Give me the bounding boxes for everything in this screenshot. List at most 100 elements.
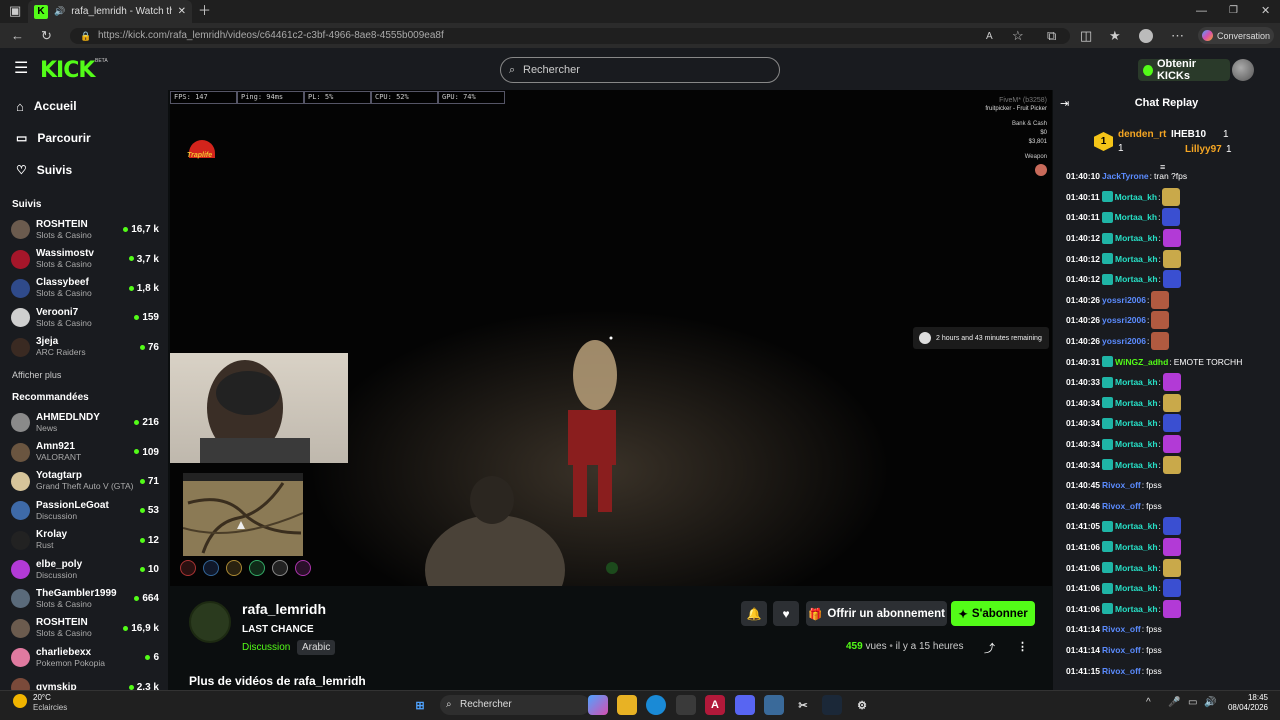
- chat-username[interactable]: Rivox_off: [1102, 480, 1141, 490]
- chat-username[interactable]: Mortaa_kh: [1115, 274, 1158, 284]
- channel-item[interactable]: Verooni7 Slots & Casino 159: [0, 303, 168, 332]
- chat-username[interactable]: Mortaa_kh: [1115, 233, 1158, 243]
- channel-item[interactable]: Classybeef Slots & Casino 1,8 k: [0, 274, 168, 303]
- file-explorer-icon[interactable]: [617, 695, 637, 715]
- chat-username[interactable]: Rivox_off: [1102, 666, 1141, 676]
- clock[interactable]: 18:45 08/04/2026: [1224, 693, 1268, 713]
- channel-item[interactable]: Wassimostv Slots & Casino 3,7 k: [0, 244, 168, 273]
- chat-username[interactable]: Rivox_off: [1102, 501, 1141, 511]
- favorites-bar-icon[interactable]: ★: [1109, 28, 1121, 44]
- channel-item[interactable]: ROSHTEIN Slots & Casino 16,9 k: [0, 614, 168, 643]
- chat-username[interactable]: yossri2006: [1102, 336, 1146, 346]
- maximize-icon[interactable]: ❐: [1229, 3, 1238, 19]
- gifter-name[interactable]: denden_rt: [1118, 129, 1166, 140]
- channel-item[interactable]: elbe_poly Discussion 10: [0, 555, 168, 584]
- more-options-icon[interactable]: ⋮: [1017, 640, 1028, 653]
- url-field[interactable]: 🔒 https://kick.com/rafa_lemridh/videos/c…: [70, 28, 1070, 44]
- chat-username[interactable]: Rivox_off: [1102, 624, 1141, 634]
- chat-username[interactable]: yossri2006: [1102, 315, 1146, 325]
- favorite-icon[interactable]: ☆: [1012, 28, 1024, 44]
- subscribe-button[interactable]: ✦ S'abonner: [951, 601, 1035, 626]
- search-input[interactable]: ⌕ Rechercher: [500, 57, 780, 83]
- weather-widget[interactable]: 20°C Eclaircies: [33, 693, 67, 713]
- chat-username[interactable]: Mortaa_kh: [1115, 460, 1158, 470]
- reload-icon[interactable]: ↻: [41, 28, 52, 44]
- chat-username[interactable]: Mortaa_kh: [1115, 212, 1158, 222]
- chat-username[interactable]: JackTyrone: [1102, 171, 1149, 181]
- chat-username[interactable]: Mortaa_kh: [1115, 563, 1158, 573]
- chat-username[interactable]: Mortaa_kh: [1115, 398, 1158, 408]
- channel-item[interactable]: 3jeja ARC Raiders 76: [0, 333, 168, 362]
- taskbar-search[interactable]: ⌕ Rechercher: [440, 695, 590, 715]
- weather-icon[interactable]: [13, 694, 27, 708]
- chat-username[interactable]: Mortaa_kh: [1115, 521, 1158, 531]
- more-menu-icon[interactable]: ⋯: [1171, 28, 1184, 44]
- read-aloud-icon[interactable]: A: [986, 29, 993, 45]
- menu-icon[interactable]: ☰: [14, 61, 28, 77]
- language-tag[interactable]: Arabic: [297, 640, 336, 655]
- channel-item[interactable]: Krolay Rust 12: [0, 526, 168, 555]
- gifter-name[interactable]: IHEB10: [1171, 129, 1206, 140]
- chat-username[interactable]: Mortaa_kh: [1115, 254, 1158, 264]
- close-tab-icon[interactable]: ✕: [178, 6, 186, 17]
- photos-icon[interactable]: [764, 695, 784, 715]
- settings-icon[interactable]: ⚙: [852, 695, 872, 715]
- chat-username[interactable]: WiNGZ_adhd: [1115, 357, 1168, 367]
- window-close-icon[interactable]: ✕: [1261, 3, 1270, 19]
- chat-username[interactable]: Mortaa_kh: [1115, 418, 1158, 428]
- microphone-icon[interactable]: 🎤: [1168, 697, 1180, 708]
- chat-username[interactable]: Mortaa_kh: [1115, 439, 1158, 449]
- kick-logo[interactable]: KICK: [40, 58, 95, 83]
- network-icon[interactable]: ▭: [1188, 697, 1197, 708]
- capcut-icon[interactable]: ✂: [793, 695, 813, 715]
- channel-item[interactable]: Yotagtarp Grand Theft Auto V (GTA) 71: [0, 467, 168, 496]
- chat-username[interactable]: Rivox_off: [1102, 645, 1141, 655]
- nav-browse[interactable]: ▭ Parcourir: [0, 122, 168, 154]
- nav-home[interactable]: ⌂ Accueil: [0, 90, 168, 122]
- nav-following[interactable]: ♡ Suivis: [0, 154, 168, 186]
- edge-icon[interactable]: [646, 695, 666, 715]
- new-tab-icon[interactable]: ＋: [198, 3, 211, 19]
- gift-subscription-button[interactable]: 🎁 Offrir un abonnement: [806, 601, 947, 626]
- get-kicks-button[interactable]: Obtenir KICKs: [1138, 58, 1230, 82]
- streamer-avatar[interactable]: [189, 601, 231, 643]
- chat-username[interactable]: Mortaa_kh: [1115, 583, 1158, 593]
- channel-item[interactable]: PassionLeGoat Discussion 53: [0, 496, 168, 525]
- show-more-link[interactable]: Afficher plus: [0, 362, 168, 388]
- channel-item[interactable]: AHMEDLNDY News 216: [0, 408, 168, 437]
- windows-start-icon[interactable]: ⊞: [410, 695, 430, 715]
- channel-item[interactable]: ROSHTEIN Slots & Casino 16,7 k: [0, 215, 168, 244]
- copilot-taskbar-icon[interactable]: [588, 695, 608, 715]
- volume-icon[interactable]: 🔊: [1204, 697, 1216, 708]
- category-link[interactable]: Discussion: [242, 642, 290, 653]
- steam-icon[interactable]: [822, 695, 842, 715]
- channel-item[interactable]: charliebexx Pokemon Pokopia 6: [0, 643, 168, 672]
- minimize-icon[interactable]: —: [1196, 3, 1207, 19]
- conversation-button[interactable]: Conversation: [1198, 27, 1274, 44]
- discord-icon[interactable]: [735, 695, 755, 715]
- channel-item[interactable]: Amn921 VALORANT 109: [0, 437, 168, 466]
- gifter-name[interactable]: Lillyy97: [1185, 144, 1222, 155]
- profile-icon[interactable]: [1139, 29, 1153, 43]
- notification-bell-button[interactable]: 🔔: [741, 601, 767, 626]
- heart-icon: ♡: [16, 163, 27, 177]
- split-screen-icon[interactable]: ◫: [1080, 28, 1092, 44]
- back-icon[interactable]: ←: [11, 28, 24, 44]
- extensions-icon[interactable]: ⧉: [1047, 28, 1056, 44]
- streamer-name[interactable]: rafa_lemridh: [242, 601, 326, 617]
- chat-username[interactable]: Mortaa_kh: [1115, 542, 1158, 552]
- share-icon[interactable]: ⤴: [984, 640, 995, 656]
- chat-username[interactable]: Mortaa_kh: [1115, 377, 1158, 387]
- follow-heart-button[interactable]: ♥: [773, 601, 799, 626]
- chat-username[interactable]: Mortaa_kh: [1115, 192, 1158, 202]
- store-icon[interactable]: [676, 695, 696, 715]
- tab-actions-icon[interactable]: ▣: [9, 3, 21, 19]
- app-a-icon[interactable]: A: [705, 695, 725, 715]
- speaker-icon[interactable]: 🔊: [54, 6, 65, 17]
- channel-item[interactable]: TheGambler1999 Slots & Casino 664: [0, 584, 168, 613]
- user-avatar[interactable]: [1232, 59, 1254, 81]
- browser-tab[interactable]: K 🔊 rafa_lemridh - Watch the VO ✕: [28, 0, 192, 23]
- chat-username[interactable]: yossri2006: [1102, 295, 1146, 305]
- chat-username[interactable]: Mortaa_kh: [1115, 604, 1158, 614]
- tray-chevron-icon[interactable]: ^: [1146, 697, 1151, 708]
